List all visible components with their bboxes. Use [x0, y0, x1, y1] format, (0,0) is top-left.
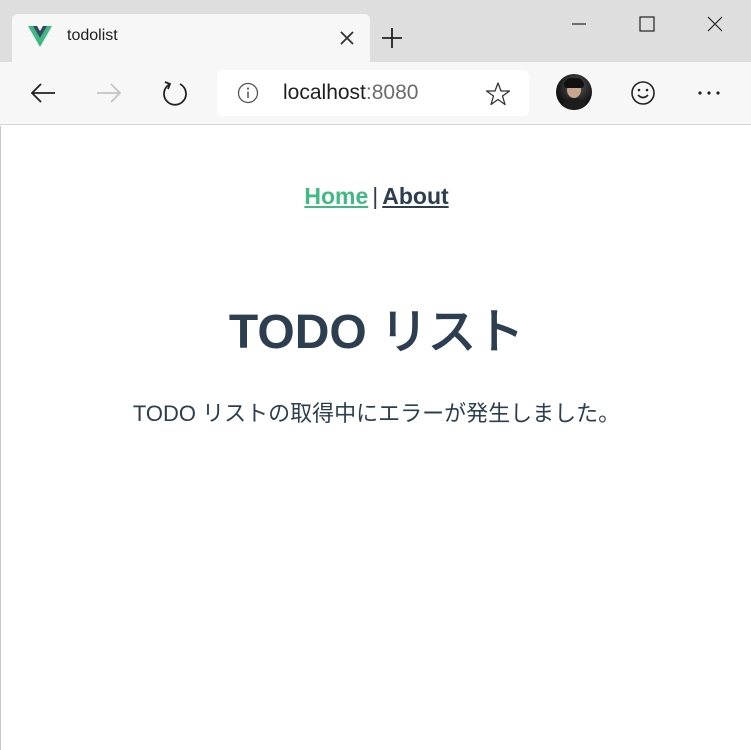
- nav-link-about[interactable]: About: [382, 183, 448, 209]
- page-viewport: Home | About TODO リスト TODO リストの取得中にエラーが発生し…: [0, 126, 751, 750]
- address-bar[interactable]: localhost:8080: [217, 70, 529, 116]
- avatar-hair: [564, 78, 584, 88]
- tab-title: todolist: [67, 27, 118, 44]
- address-port: :8080: [365, 81, 419, 104]
- page-title: TODO リスト: [228, 306, 525, 359]
- browser-toolbar: localhost:8080: [0, 62, 751, 125]
- more-icon[interactable]: [692, 76, 726, 110]
- address-text[interactable]: localhost:8080: [283, 81, 418, 105]
- smiley-icon[interactable]: [626, 76, 660, 110]
- nav-separator: |: [372, 183, 379, 209]
- vue-logo-icon: [28, 26, 52, 47]
- info-icon[interactable]: [237, 82, 259, 104]
- error-message: TODO リストの取得中にエラーが発生しました。: [132, 401, 621, 426]
- plus-icon[interactable]: [380, 26, 404, 50]
- window-close-icon[interactable]: [701, 10, 729, 38]
- minimize-icon[interactable]: [565, 10, 593, 38]
- arrow-right-icon[interactable]: [92, 76, 126, 110]
- nav-bar: Home | About: [1, 183, 751, 210]
- maximize-icon[interactable]: [633, 10, 661, 38]
- nav-link-home[interactable]: Home: [304, 183, 368, 209]
- browser-titlebar: todolist: [0, 0, 751, 62]
- browser-tab[interactable]: todolist: [12, 14, 370, 62]
- close-icon[interactable]: [336, 27, 358, 49]
- reload-icon[interactable]: [158, 76, 192, 110]
- profile-avatar[interactable]: [556, 74, 592, 110]
- avatar-body: [561, 98, 587, 110]
- star-icon[interactable]: [485, 81, 511, 107]
- arrow-left-icon[interactable]: [26, 76, 60, 110]
- address-host: localhost: [283, 81, 366, 104]
